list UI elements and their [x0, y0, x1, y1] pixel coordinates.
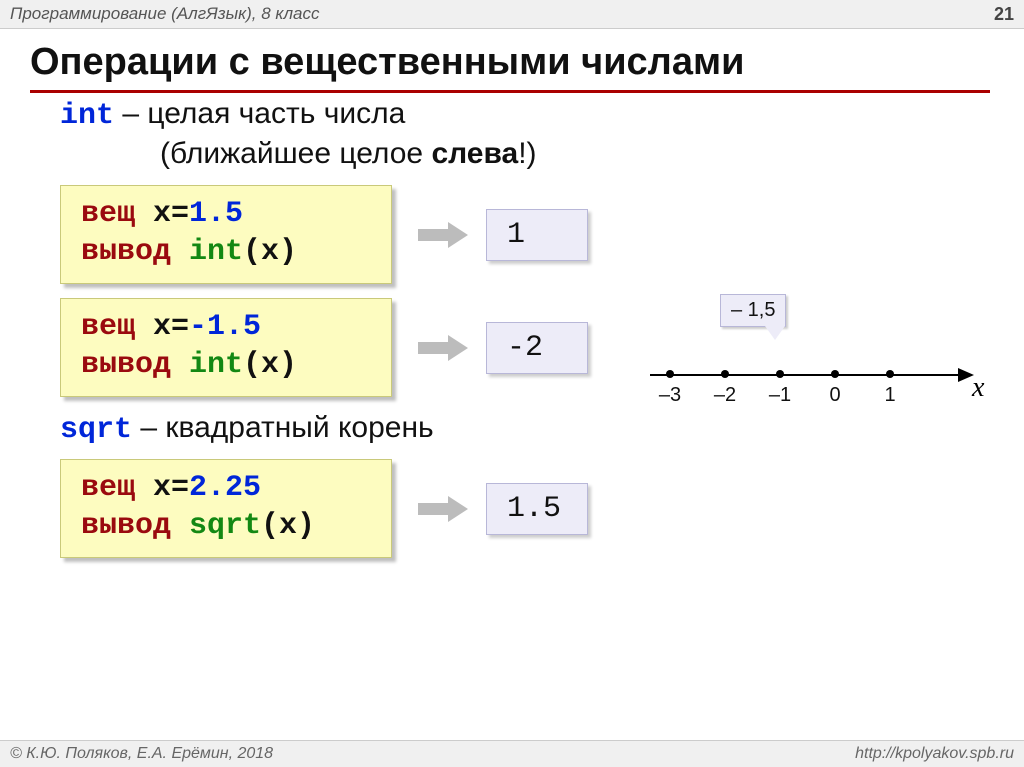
- tick-dot: [776, 370, 784, 378]
- number-line-diagram: – 1,5 x –3–2–101: [650, 330, 1000, 410]
- code-box: вещ x=2.25 вывод sqrt(x): [60, 459, 392, 558]
- tick-dot: [721, 370, 729, 378]
- tick-label: –3: [659, 384, 681, 407]
- output-box: 1.5: [486, 483, 588, 535]
- slide-title: Операции с вещественными числами: [30, 41, 990, 93]
- arrow-icon: [418, 496, 468, 522]
- int-desc: – целая часть числа: [114, 97, 405, 130]
- tick-label: –2: [714, 384, 736, 407]
- tick-dot: [886, 370, 894, 378]
- number-line: x –3 –2 –1 0 1: [650, 350, 1000, 410]
- course-label: Программирование (АлгЯзык), 8 класс: [10, 4, 320, 24]
- arrow-icon: [418, 222, 468, 248]
- sqrt-desc: – квадратный корень: [132, 411, 434, 444]
- output-box: 1: [486, 209, 588, 261]
- int-subnote: (ближайшее целое слева!): [160, 137, 1024, 171]
- code-box: вещ x=1.5 вывод int(x): [60, 185, 392, 284]
- copyright: © К.Ю. Поляков, Е.А. Ерёмин, 2018: [10, 745, 273, 763]
- example-row-1: вещ x=1.5 вывод int(x) 1: [60, 185, 1024, 284]
- tick-label: 1: [884, 384, 895, 407]
- tick-dot: [666, 370, 674, 378]
- tick-dot: [831, 370, 839, 378]
- slide-content: int – целая часть числа (ближайшее целое…: [0, 97, 1024, 558]
- axis-variable: x: [972, 372, 984, 404]
- int-keyword: int: [60, 99, 114, 133]
- page-number: 21: [994, 4, 1014, 25]
- int-definition: int – целая часть числа: [60, 97, 1024, 133]
- arrow-icon: [418, 335, 468, 361]
- footer-url: http://kpolyakov.spb.ru: [855, 745, 1014, 763]
- output-box: -2: [486, 322, 588, 374]
- callout-label: – 1,5: [720, 294, 786, 327]
- tick-label: 0: [829, 384, 840, 407]
- tick-label: –1: [769, 384, 791, 407]
- slide-header: Программирование (АлгЯзык), 8 класс 21: [0, 0, 1024, 29]
- sqrt-definition: sqrt – квадратный корень: [60, 411, 1024, 447]
- slide-footer: © К.Ю. Поляков, Е.А. Ерёмин, 2018 http:/…: [0, 740, 1024, 767]
- sqrt-keyword: sqrt: [60, 413, 132, 447]
- code-box: вещ x=-1.5 вывод int(x): [60, 298, 392, 397]
- example-row-3: вещ x=2.25 вывод sqrt(x) 1.5: [60, 459, 1024, 558]
- axis-line: [650, 374, 960, 376]
